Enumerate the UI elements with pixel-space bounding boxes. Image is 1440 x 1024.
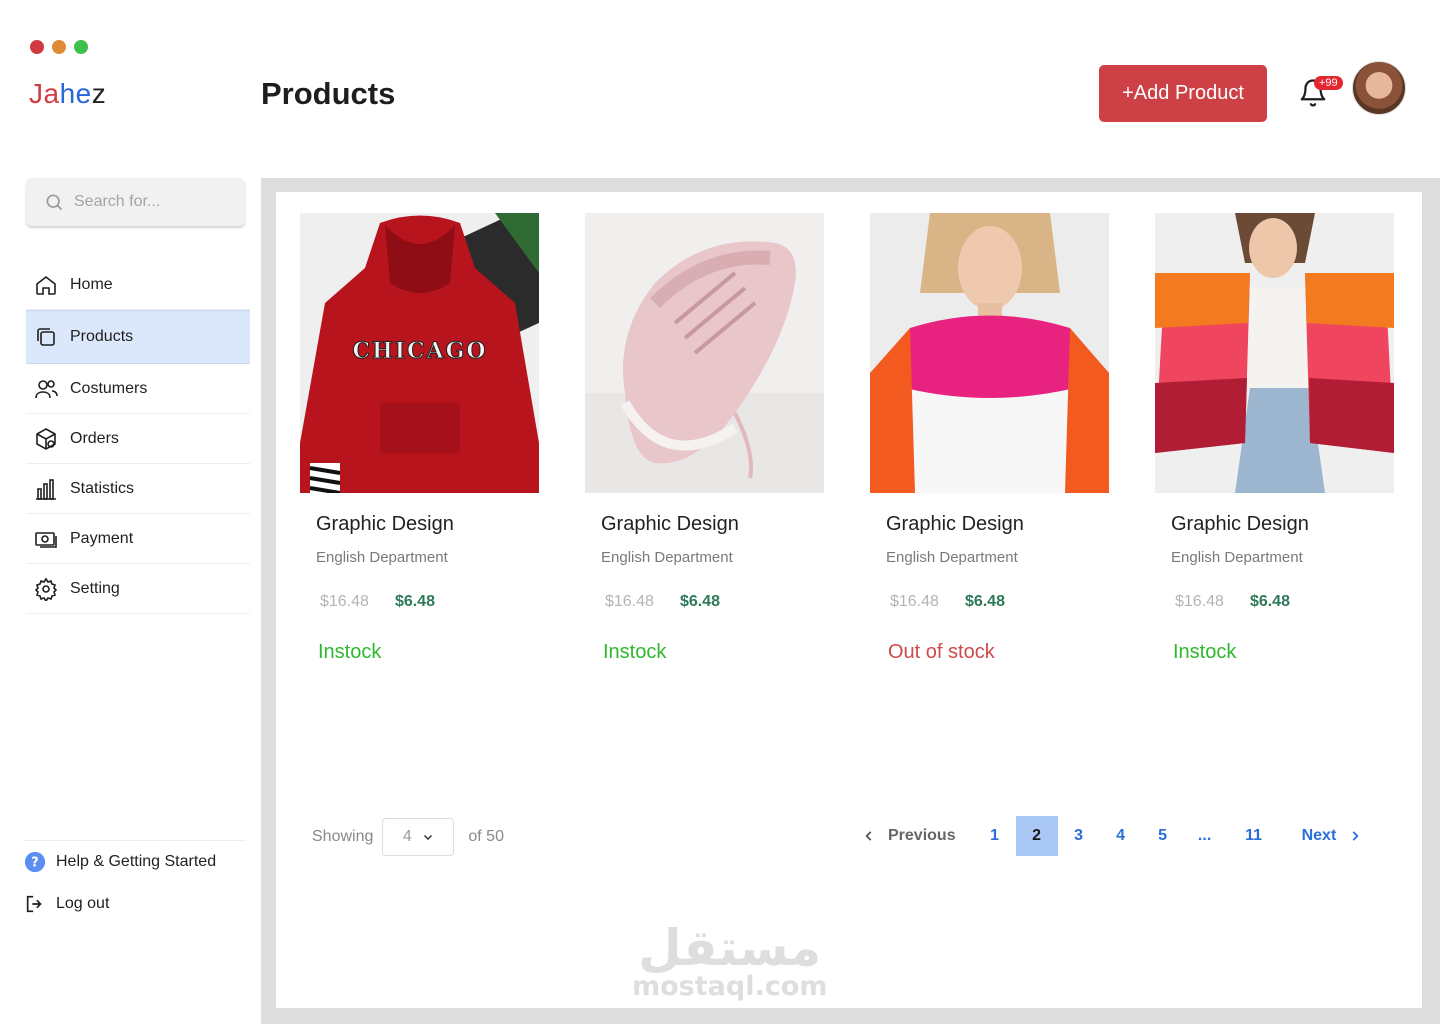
search-input[interactable]	[74, 193, 224, 211]
close-window-dot[interactable]	[30, 40, 44, 54]
product-stock-status: Out of stock	[888, 641, 995, 663]
product-image-puffer-jacket[interactable]	[1155, 213, 1394, 493]
product-image-sneaker[interactable]	[585, 213, 824, 493]
logo-part: Ja	[29, 78, 60, 109]
statistics-icon	[36, 478, 56, 500]
sidebar-item-customers[interactable]: Costumers	[26, 364, 250, 414]
product-old-price: $16.48	[605, 593, 654, 610]
help-label: Help & Getting Started	[56, 853, 217, 870]
product-stock-status: Instock	[1173, 641, 1237, 663]
logout-label: Log out	[56, 895, 110, 912]
sidebar-footer: ? Help & Getting Started Log out	[24, 840, 246, 925]
previous-page-button[interactable]: Previous	[862, 816, 974, 856]
next-label: Next	[1301, 827, 1337, 844]
product-stock-status: Instock	[603, 641, 667, 663]
product-new-price: $6.48	[1249, 593, 1290, 610]
notification-badge: +99	[1314, 76, 1343, 90]
window-controls	[30, 40, 88, 54]
page-link-2[interactable]: 2	[1015, 816, 1058, 856]
logo-part: z	[91, 78, 107, 109]
product-department: English Department	[316, 549, 448, 566]
brand-logo[interactable]: Jahez	[29, 78, 106, 110]
sidebar-item-setting[interactable]: Setting	[26, 564, 250, 614]
page-ellipsis: ...	[1197, 827, 1212, 844]
add-product-button[interactable]: +Add Product	[1099, 65, 1267, 122]
page-link-1[interactable]: 1	[974, 816, 1016, 856]
product-card[interactable]: Graphic Design English Department $16.48…	[585, 213, 824, 664]
sidebar-item-home[interactable]: Home	[26, 260, 250, 310]
sidebar-item-label: Orders	[70, 429, 119, 447]
maximize-window-dot[interactable]	[74, 40, 88, 54]
watermark-arabic: مستقل	[638, 919, 822, 977]
svg-text:CHICAGO: CHICAGO	[352, 338, 487, 364]
help-icon: ?	[24, 851, 46, 873]
home-icon	[36, 275, 56, 295]
product-department: English Department	[601, 549, 733, 566]
chevron-left-icon	[865, 831, 872, 841]
page-link-5[interactable]: 5	[1142, 816, 1184, 856]
page-title: Products	[261, 76, 396, 111]
page-link-4[interactable]: 4	[1100, 816, 1142, 856]
product-new-price: $6.48	[964, 593, 1005, 610]
logout-button[interactable]: Log out	[24, 883, 246, 925]
search-icon	[46, 194, 63, 211]
logo-part: he	[59, 78, 92, 109]
page-link-3[interactable]: 3	[1058, 816, 1100, 856]
search-box[interactable]	[26, 178, 245, 226]
sidebar-item-label: Payment	[70, 529, 134, 547]
page-link-11[interactable]: 11	[1226, 816, 1282, 856]
payment-icon	[35, 531, 57, 548]
help-link[interactable]: ? Help & Getting Started	[24, 841, 246, 883]
sidebar-item-label: Setting	[70, 579, 120, 597]
pagination: Previous 1 2 3 4 5 ... 11 Next	[862, 816, 1362, 856]
sidebar-nav: Home Products Costumers Orders Statistic…	[26, 260, 250, 614]
product-stock-status: Instock	[318, 641, 382, 663]
user-avatar[interactable]	[1352, 61, 1406, 115]
watermark-latin: mostaql.com	[632, 971, 828, 1002]
product-department: English Department	[1171, 549, 1303, 566]
sidebar-item-label: Costumers	[70, 379, 148, 397]
sidebar-item-payment[interactable]: Payment	[26, 514, 250, 564]
product-image-sweatshirt[interactable]	[870, 213, 1109, 493]
page-size-select[interactable]: 4	[382, 818, 455, 856]
next-page-button[interactable]: Next	[1282, 816, 1363, 856]
customers-icon	[35, 379, 58, 398]
previous-label: Previous	[888, 827, 956, 844]
svg-text:?: ?	[31, 856, 38, 871]
sidebar-item-orders[interactable]: Orders	[26, 414, 250, 464]
product-card[interactable]: Graphic Design English Department $16.48…	[870, 213, 1109, 664]
product-title: Graphic Design	[1171, 513, 1309, 535]
sidebar-item-statistics[interactable]: Statistics	[26, 464, 250, 514]
product-image-hoodie[interactable]: CHICAGO	[300, 213, 539, 493]
product-card[interactable]: Graphic Design English Department $16.48…	[1155, 213, 1394, 664]
product-old-price: $16.48	[890, 593, 939, 610]
logout-icon	[26, 895, 42, 913]
total-count-label: of 50	[468, 828, 504, 845]
product-title: Graphic Design	[601, 513, 739, 535]
product-department: English Department	[886, 549, 1018, 566]
sidebar-item-products[interactable]: Products	[26, 310, 250, 364]
chevron-right-icon	[1352, 831, 1359, 841]
product-title: Graphic Design	[886, 513, 1024, 535]
product-old-price: $16.48	[320, 593, 369, 610]
page-size-control: Showing 4 of 50	[312, 818, 504, 856]
page-size-value: 4	[402, 828, 412, 845]
chevron-down-icon	[423, 834, 432, 841]
product-title: Graphic Design	[316, 513, 454, 535]
watermark: مستقل mostaql.com	[632, 922, 827, 1000]
sidebar-item-label: Home	[70, 275, 113, 293]
minimize-window-dot[interactable]	[52, 40, 66, 54]
showing-label: Showing	[312, 828, 374, 845]
product-old-price: $16.48	[1175, 593, 1224, 610]
product-card[interactable]: CHICAGO Graphic Design English Departmen…	[300, 213, 539, 664]
product-new-price: $6.48	[679, 593, 720, 610]
products-icon	[37, 328, 55, 346]
product-new-price: $6.48	[394, 593, 435, 610]
settings-icon	[34, 577, 58, 601]
sidebar-item-label: Statistics	[70, 479, 135, 497]
orders-icon	[36, 427, 56, 450]
sidebar-item-label: Products	[70, 328, 134, 345]
